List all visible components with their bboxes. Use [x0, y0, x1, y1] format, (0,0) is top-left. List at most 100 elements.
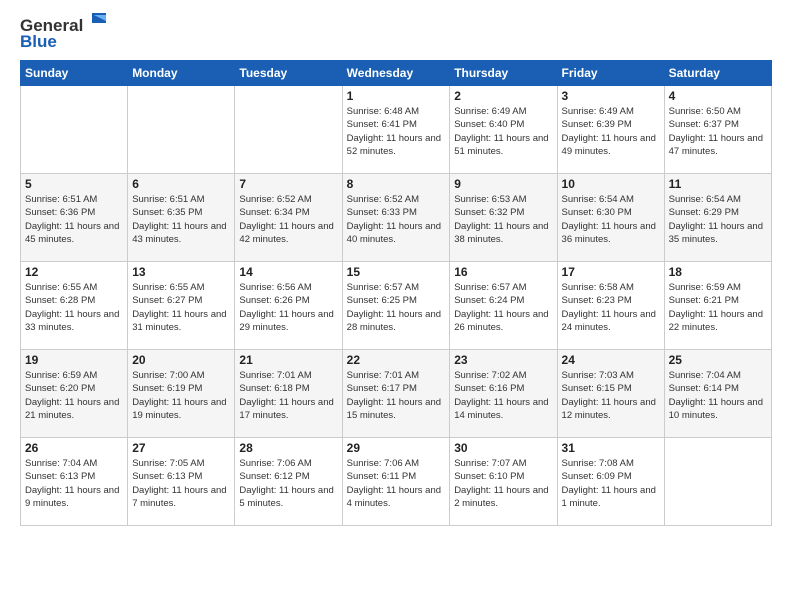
day-number: 24: [562, 353, 660, 367]
calendar-day-cell: 8Sunrise: 6:52 AM Sunset: 6:33 PM Daylig…: [342, 174, 450, 262]
day-info: Sunrise: 7:00 AM Sunset: 6:19 PM Dayligh…: [132, 369, 230, 422]
day-info: Sunrise: 7:08 AM Sunset: 6:09 PM Dayligh…: [562, 457, 660, 510]
day-number: 14: [239, 265, 337, 279]
calendar-day-cell: 29Sunrise: 7:06 AM Sunset: 6:11 PM Dayli…: [342, 438, 450, 526]
calendar-day-cell: 5 Sunrise: 6:51 AM Sunset: 6:36 PM Daylig…: [21, 174, 128, 262]
calendar-day-cell: 19 Sunrise: 6:59 AM Sunset: 6:20 PM Dayli…: [21, 350, 128, 438]
calendar-week-row: 19 Sunrise: 6:59 AM Sunset: 6:20 PM Dayli…: [21, 350, 772, 438]
calendar: SundayMondayTuesdayWednesdayThursdayFrid…: [20, 60, 772, 526]
day-number: 30: [454, 441, 552, 455]
weekday-header: Sunday: [21, 61, 128, 86]
calendar-day-cell: 17 Sunrise: 6:58 AM Sunset: 6:23 PM Dayli…: [557, 262, 664, 350]
day-info: Sunrise: 7:01 AM Sunset: 6:17 PM Dayligh…: [347, 369, 446, 422]
day-number: 10: [562, 177, 660, 191]
calendar-day-cell: 20 Sunrise: 7:00 AM Sunset: 6:19 PM Dayli…: [128, 350, 235, 438]
weekday-header: Monday: [128, 61, 235, 86]
weekday-header: Saturday: [664, 61, 771, 86]
day-info: Sunrise: 6:49 AM Sunset: 6:40 PM Dayligh…: [454, 105, 552, 158]
day-number: 7: [239, 177, 337, 191]
day-info: Sunrise: 7:05 AM Sunset: 6:13 PM Dayligh…: [132, 457, 230, 510]
day-info: Sunrise: 6:54 AM Sunset: 6:30 PM Dayligh…: [562, 193, 660, 246]
day-info: Sunrise: 7:07 AM Sunset: 6:10 PM Dayligh…: [454, 457, 552, 510]
calendar-week-row: 12 Sunrise: 6:55 AM Sunset: 6:28 PM Dayli…: [21, 262, 772, 350]
day-info: Sunrise: 6:56 AM Sunset: 6:26 PM Dayligh…: [239, 281, 337, 334]
day-number: 8: [347, 177, 446, 191]
day-number: 12: [25, 265, 123, 279]
day-number: 20: [132, 353, 230, 367]
day-number: 16: [454, 265, 552, 279]
calendar-week-row: 26 Sunrise: 7:04 AM Sunset: 6:13 PM Dayli…: [21, 438, 772, 526]
day-info: Sunrise: 6:57 AM Sunset: 6:25 PM Dayligh…: [347, 281, 446, 334]
calendar-day-cell: 28Sunrise: 7:06 AM Sunset: 6:12 PM Dayli…: [235, 438, 342, 526]
day-info: Sunrise: 7:04 AM Sunset: 6:13 PM Dayligh…: [25, 457, 123, 510]
day-number: 15: [347, 265, 446, 279]
day-info: Sunrise: 6:54 AM Sunset: 6:29 PM Dayligh…: [669, 193, 767, 246]
calendar-day-cell: 7 Sunrise: 6:52 AM Sunset: 6:34 PM Daylig…: [235, 174, 342, 262]
day-info: Sunrise: 6:51 AM Sunset: 6:35 PM Dayligh…: [132, 193, 230, 246]
day-info: Sunrise: 7:01 AM Sunset: 6:18 PM Dayligh…: [239, 369, 337, 422]
day-number: 17: [562, 265, 660, 279]
day-number: 11: [669, 177, 767, 191]
day-info: Sunrise: 6:58 AM Sunset: 6:23 PM Dayligh…: [562, 281, 660, 334]
day-info: Sunrise: 6:50 AM Sunset: 6:37 PM Dayligh…: [669, 105, 767, 158]
day-number: 26: [25, 441, 123, 455]
calendar-day-cell: 24 Sunrise: 7:03 AM Sunset: 6:15 PM Dayli…: [557, 350, 664, 438]
calendar-day-cell: 6 Sunrise: 6:51 AM Sunset: 6:35 PM Daylig…: [128, 174, 235, 262]
weekday-header: Friday: [557, 61, 664, 86]
day-number: 18: [669, 265, 767, 279]
calendar-day-cell: 9Sunrise: 6:53 AM Sunset: 6:32 PM Daylig…: [450, 174, 557, 262]
header: General Blue: [20, 16, 772, 52]
weekday-header: Thursday: [450, 61, 557, 86]
logo-bird-icon: [84, 13, 106, 31]
calendar-day-cell: 4Sunrise: 6:50 AM Sunset: 6:37 PM Daylig…: [664, 86, 771, 174]
day-number: 9: [454, 177, 552, 191]
calendar-week-row: 5 Sunrise: 6:51 AM Sunset: 6:36 PM Daylig…: [21, 174, 772, 262]
calendar-week-row: 1Sunrise: 6:48 AM Sunset: 6:41 PM Daylig…: [21, 86, 772, 174]
logo-container: General Blue: [20, 16, 106, 52]
calendar-day-cell: 14 Sunrise: 6:56 AM Sunset: 6:26 PM Dayli…: [235, 262, 342, 350]
day-number: 1: [347, 89, 446, 103]
day-info: Sunrise: 6:55 AM Sunset: 6:28 PM Dayligh…: [25, 281, 123, 334]
day-info: Sunrise: 6:59 AM Sunset: 6:20 PM Dayligh…: [25, 369, 123, 422]
day-number: 23: [454, 353, 552, 367]
day-info: Sunrise: 6:49 AM Sunset: 6:39 PM Dayligh…: [562, 105, 660, 158]
calendar-day-cell: 22Sunrise: 7:01 AM Sunset: 6:17 PM Dayli…: [342, 350, 450, 438]
day-number: 21: [239, 353, 337, 367]
calendar-day-cell: 15 Sunrise: 6:57 AM Sunset: 6:25 PM Dayli…: [342, 262, 450, 350]
calendar-day-cell: 2 Sunrise: 6:49 AM Sunset: 6:40 PM Daylig…: [450, 86, 557, 174]
day-info: Sunrise: 7:04 AM Sunset: 6:14 PM Dayligh…: [669, 369, 767, 422]
day-number: 25: [669, 353, 767, 367]
day-info: Sunrise: 7:02 AM Sunset: 6:16 PM Dayligh…: [454, 369, 552, 422]
calendar-day-cell: 26 Sunrise: 7:04 AM Sunset: 6:13 PM Dayli…: [21, 438, 128, 526]
calendar-header-row: SundayMondayTuesdayWednesdayThursdayFrid…: [21, 61, 772, 86]
day-info: Sunrise: 6:52 AM Sunset: 6:34 PM Dayligh…: [239, 193, 337, 246]
calendar-day-cell: 27 Sunrise: 7:05 AM Sunset: 6:13 PM Dayli…: [128, 438, 235, 526]
calendar-day-cell: [128, 86, 235, 174]
day-number: 5: [25, 177, 123, 191]
day-number: 19: [25, 353, 123, 367]
calendar-day-cell: 23 Sunrise: 7:02 AM Sunset: 6:16 PM Dayli…: [450, 350, 557, 438]
calendar-day-cell: 1Sunrise: 6:48 AM Sunset: 6:41 PM Daylig…: [342, 86, 450, 174]
day-info: Sunrise: 6:51 AM Sunset: 6:36 PM Dayligh…: [25, 193, 123, 246]
day-number: 6: [132, 177, 230, 191]
calendar-day-cell: 11 Sunrise: 6:54 AM Sunset: 6:29 PM Dayli…: [664, 174, 771, 262]
day-number: 13: [132, 265, 230, 279]
day-number: 28: [239, 441, 337, 455]
calendar-day-cell: 16 Sunrise: 6:57 AM Sunset: 6:24 PM Dayli…: [450, 262, 557, 350]
day-info: Sunrise: 7:06 AM Sunset: 6:11 PM Dayligh…: [347, 457, 446, 510]
calendar-day-cell: [21, 86, 128, 174]
day-number: 2: [454, 89, 552, 103]
weekday-header: Wednesday: [342, 61, 450, 86]
calendar-day-cell: 21 Sunrise: 7:01 AM Sunset: 6:18 PM Dayli…: [235, 350, 342, 438]
day-info: Sunrise: 6:57 AM Sunset: 6:24 PM Dayligh…: [454, 281, 552, 334]
day-number: 27: [132, 441, 230, 455]
calendar-day-cell: 25 Sunrise: 7:04 AM Sunset: 6:14 PM Dayli…: [664, 350, 771, 438]
logo: General Blue: [20, 16, 106, 52]
calendar-day-cell: 31Sunrise: 7:08 AM Sunset: 6:09 PM Dayli…: [557, 438, 664, 526]
day-info: Sunrise: 6:59 AM Sunset: 6:21 PM Dayligh…: [669, 281, 767, 334]
day-number: 3: [562, 89, 660, 103]
calendar-day-cell: 12 Sunrise: 6:55 AM Sunset: 6:28 PM Dayli…: [21, 262, 128, 350]
weekday-header: Tuesday: [235, 61, 342, 86]
day-info: Sunrise: 7:03 AM Sunset: 6:15 PM Dayligh…: [562, 369, 660, 422]
calendar-day-cell: 13Sunrise: 6:55 AM Sunset: 6:27 PM Dayli…: [128, 262, 235, 350]
